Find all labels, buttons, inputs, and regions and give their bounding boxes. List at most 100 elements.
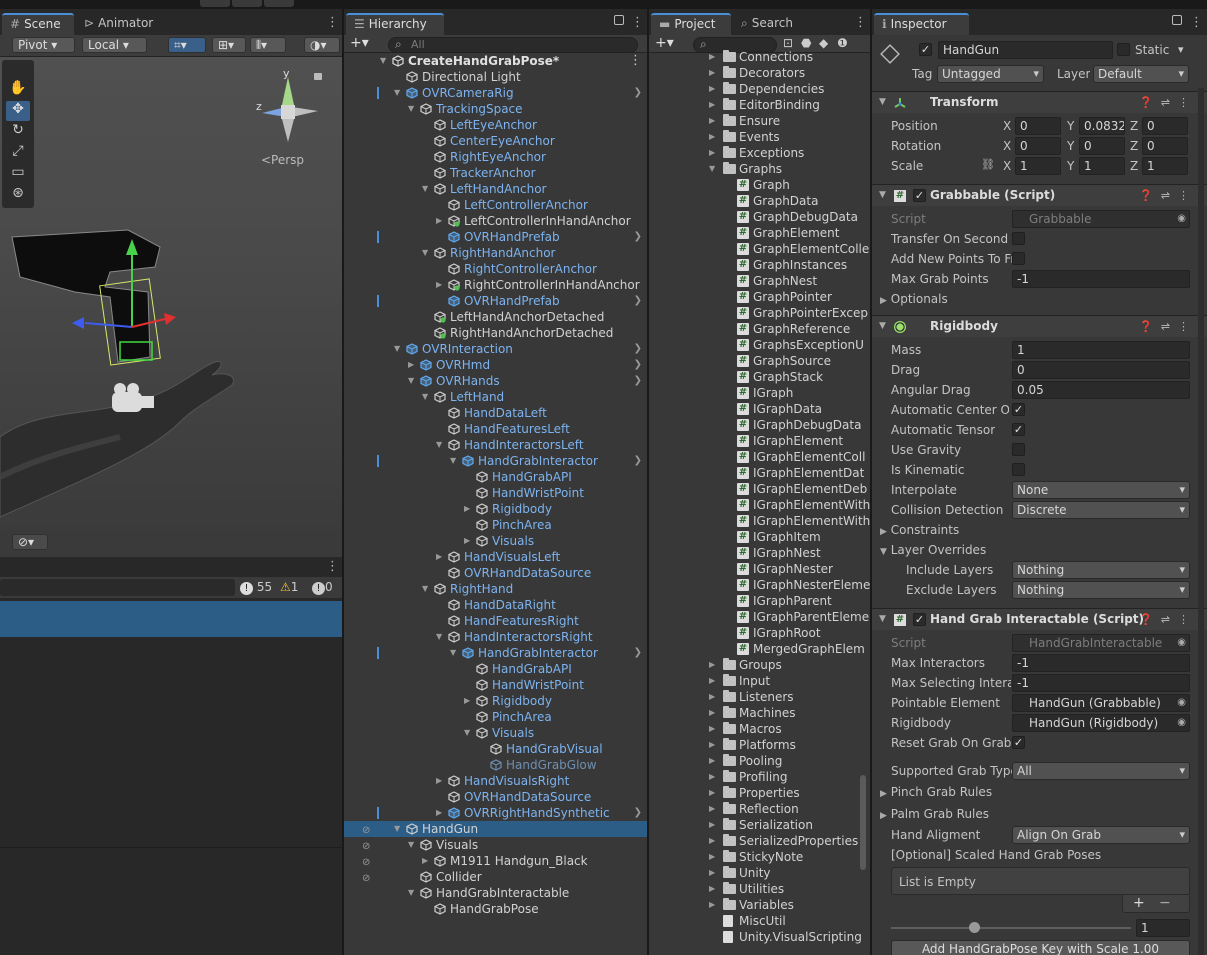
project-folder[interactable]: ▼ Graphs [649, 161, 870, 177]
collapse-arrow-icon[interactable]: ▶ [709, 673, 715, 689]
pause-button[interactable] [232, 0, 262, 7]
transfer-checkbox[interactable] [1012, 232, 1025, 245]
hierarchy-row[interactable]: ▼ HandGrabInteractable [344, 885, 647, 901]
hierarchy-row[interactable]: ▼ OVRInteraction ❯ [344, 341, 647, 357]
hierarchy-row[interactable]: ▶ HandVisualsLeft [344, 549, 647, 565]
collapse-arrow-icon[interactable]: ▶ [709, 705, 715, 721]
scale-value-input[interactable]: 1 [1136, 919, 1190, 937]
axis-z-label[interactable]: Z [1130, 119, 1138, 133]
reset-grab-checkbox[interactable]: ✓ [1012, 736, 1025, 749]
tab-inspector[interactable]: ℹ Inspector [874, 13, 969, 35]
open-prefab-icon[interactable]: ❯ [634, 453, 642, 469]
add-handgrabpose-button[interactable]: Add HandGrabPose Key with Scale 1.00 [891, 940, 1190, 955]
rect-tool-icon[interactable]: ▭ [6, 164, 30, 184]
collapse-arrow-icon[interactable]: ▶ [436, 549, 442, 565]
collapse-arrow-icon[interactable]: ▶ [464, 501, 470, 517]
component-tools-icon[interactable]: ❓⇌⋮ [1139, 92, 1197, 113]
hierarchy-row[interactable]: ▼ HandInteractorsRight [344, 629, 647, 645]
project-folder[interactable]: ▶ Exceptions [649, 145, 870, 161]
expand-arrow-icon[interactable]: ▼ [422, 245, 428, 261]
scene-viewport[interactable]: ✋ ✥ ↻ ⤢ ▭ ⊛ y z <Persp [0, 57, 342, 530]
hierarchy-row[interactable]: RightControllerAnchor [344, 261, 647, 277]
hierarchy-row[interactable]: HandWristPoint [344, 485, 647, 501]
collapse-arrow-icon[interactable]: ▶ [709, 849, 715, 865]
collapse-arrow-icon[interactable]: ▶ [422, 853, 428, 869]
mass-input[interactable]: 1 [1012, 341, 1190, 359]
lock-icon[interactable] [314, 73, 322, 80]
project-asset[interactable]: # GraphNest [649, 273, 870, 289]
project-folder[interactable]: ▶ Dependencies [649, 81, 870, 97]
collapse-arrow-icon[interactable]: ▶ [408, 357, 414, 373]
hierarchy-row[interactable]: ▼ HandGrabInteractor ❯ [344, 453, 647, 469]
lock-icon[interactable] [614, 15, 624, 25]
collapse-arrow-icon[interactable]: ▶ [709, 49, 715, 65]
collapse-arrow-icon[interactable]: ▶ [709, 897, 715, 913]
project-scrollbar[interactable] [860, 775, 866, 870]
tab-project[interactable]: ▬ Project [651, 13, 731, 35]
hierarchy-row[interactable]: Directional Light [344, 69, 647, 85]
pointable-field[interactable]: HandGun (Grabbable) [1012, 694, 1190, 712]
project-folder[interactable]: ▶ EditorBinding [649, 97, 870, 113]
hierarchy-row[interactable]: ▶ HandVisualsRight [344, 773, 647, 789]
project-asset[interactable]: # GraphReference [649, 321, 870, 337]
project-asset[interactable]: # GraphData [649, 193, 870, 209]
expand-arrow-icon[interactable]: ▼ [408, 373, 414, 389]
collapse-arrow-icon[interactable]: ▶ [709, 65, 715, 81]
collapse-arrow-icon[interactable]: ▶ [436, 805, 442, 821]
increment-snap-icon[interactable]: ⫴▾ [250, 37, 286, 53]
search-by-label-icon[interactable]: ⬣ [801, 36, 811, 50]
rigidbody-header[interactable]: ▼ Rigidbody ❓⇌⋮ [872, 315, 1207, 337]
expand-arrow-icon[interactable]: ▼ [422, 389, 428, 405]
project-asset[interactable]: # GraphPointerExcep [649, 305, 870, 321]
project-folder[interactable]: ▶ Input [649, 673, 870, 689]
snap-toggle-icon[interactable]: ⌗▾ [168, 37, 206, 53]
project-asset[interactable]: # IGraphParentEleme [649, 609, 870, 625]
move-tool-icon[interactable]: ✥ [6, 101, 30, 121]
tab-search[interactable]: ⌕ Search [733, 13, 813, 35]
hierarchy-row[interactable]: HandDataRight [344, 597, 647, 613]
active-checkbox[interactable]: ✓ [919, 43, 932, 56]
expand-arrow-icon[interactable]: ▼ [380, 53, 386, 69]
project-folder[interactable]: ▶ Ensure [649, 113, 870, 129]
hierarchy-row[interactable]: PinchArea [344, 517, 647, 533]
hierarchy-row[interactable]: OVRHandDataSource [344, 789, 647, 805]
expand-arrow-icon[interactable]: ▼ [408, 885, 414, 901]
hierarchy-search-input[interactable]: All [388, 37, 638, 53]
static-dropdown-icon[interactable]: ▾ [1178, 43, 1184, 56]
collapse-arrow-icon[interactable]: ▶ [709, 689, 715, 705]
rotate-tool-icon[interactable]: ↻ [6, 122, 30, 142]
project-asset[interactable]: # IGraphRoot [649, 625, 870, 641]
inspector-menu-icon[interactable]: ⋮ [1190, 15, 1203, 30]
max-interactors-input[interactable]: -1 [1012, 654, 1190, 672]
supported-grab-dropdown[interactable]: All [1012, 762, 1190, 780]
axis-z-label[interactable]: Z [1130, 159, 1138, 173]
hierarchy-row[interactable]: ▶ Rigidbody [344, 693, 647, 709]
open-prefab-icon[interactable]: ❯ [634, 229, 642, 245]
project-folder[interactable]: ▶ Events [649, 129, 870, 145]
scale-tool-icon[interactable]: ⤢ [6, 143, 30, 163]
scaled-poses-list[interactable]: List is Empty [891, 867, 1190, 895]
max-grab-input[interactable]: -1 [1012, 270, 1190, 288]
grabbable-header[interactable]: ▼ # ✓ Grabbable (Script) ❓⇌⋮ [872, 184, 1207, 206]
slider-handle[interactable] [969, 922, 980, 933]
project-folder[interactable]: ▶ Variables [649, 897, 870, 913]
hgi-header[interactable]: ▼ # ✓ Hand Grab Interactable (Script) ❓⇌… [872, 608, 1207, 630]
rigidbody-field[interactable]: HandGun (Rigidbody) [1012, 714, 1190, 732]
hierarchy-row[interactable]: ▶ Visuals [344, 533, 647, 549]
collapse-arrow-icon[interactable]: ▶ [464, 533, 470, 549]
auto-center-checkbox[interactable]: ✓ [1012, 403, 1025, 416]
collapse-arrow-icon[interactable]: ▶ [709, 737, 715, 753]
expand-arrow-icon[interactable]: ▼ [450, 645, 456, 661]
expand-arrow-icon[interactable]: ▼ [450, 453, 456, 469]
rotation-y-input[interactable]: 0 [1079, 137, 1125, 155]
hierarchy-menu-icon[interactable]: ⋮ [631, 15, 644, 30]
rotation-x-input[interactable]: 0 [1015, 137, 1061, 155]
hierarchy-row[interactable]: OVRHandPrefab ❯ [344, 229, 647, 245]
expand-arrow-icon[interactable]: ▼ [408, 837, 414, 853]
hierarchy-row[interactable]: HandGrabAPI [344, 661, 647, 677]
project-folder[interactable]: ▶ Profiling [649, 769, 870, 785]
scale-z-input[interactable]: 1 [1142, 157, 1188, 175]
hierarchy-row[interactable]: ▶ Rigidbody [344, 501, 647, 517]
open-prefab-icon[interactable]: ❯ [634, 293, 642, 309]
angular-drag-input[interactable]: 0.05 [1012, 381, 1190, 399]
